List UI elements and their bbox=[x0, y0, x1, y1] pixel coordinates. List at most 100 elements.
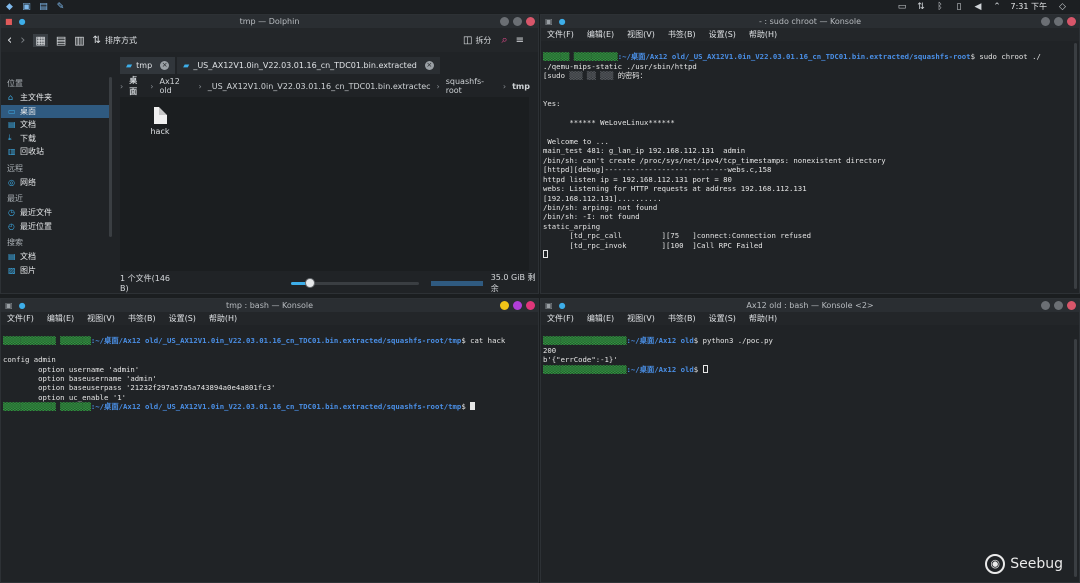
zoom-handle[interactable] bbox=[304, 277, 315, 288]
minimize-button[interactable] bbox=[1041, 301, 1050, 310]
details-view-icon[interactable]: ▥ bbox=[74, 34, 84, 47]
sort-button[interactable]: 排序方式 bbox=[105, 35, 137, 46]
sidebar-item[interactable]: ⌂ 主文件夹 bbox=[1, 91, 109, 105]
terminal-output[interactable]: ▒▒▒▒▒▒▒▒▒▒▒▒ ▒▒▒▒▒▒▒:~/桌面/Ax12 old/_US_A… bbox=[1, 325, 538, 414]
sort-icon[interactable]: ⇅ bbox=[93, 35, 101, 46]
file-item[interactable]: hack bbox=[145, 107, 175, 136]
maximize-button[interactable] bbox=[513, 301, 522, 310]
close-button[interactable] bbox=[526, 301, 535, 310]
clock[interactable]: 7:31 下午 bbox=[1010, 1, 1047, 12]
menu-item[interactable]: 书签(B) bbox=[668, 29, 696, 40]
downloads-icon: ⤓ bbox=[8, 133, 12, 143]
volume-icon[interactable]: ◀ bbox=[972, 2, 983, 12]
menu-item[interactable]: 编辑(E) bbox=[47, 313, 74, 324]
icons-view-icon[interactable]: ▦ bbox=[33, 33, 48, 47]
breadcrumb-item[interactable]: tmp bbox=[512, 82, 530, 91]
terminal-scrollbar[interactable] bbox=[1074, 339, 1077, 577]
konsole-chroot-titlebar[interactable]: ▣ ● - : sudo chroot — Konsole bbox=[541, 15, 1079, 28]
screen-icon[interactable]: ▭ bbox=[896, 2, 907, 12]
close-button[interactable] bbox=[526, 17, 535, 26]
prompt-symbol: $ bbox=[461, 402, 466, 412]
file-view[interactable]: hack bbox=[120, 97, 529, 271]
menu-item[interactable]: 帮助(H) bbox=[749, 313, 777, 324]
sidebar-item[interactable]: ◷ 最近文件 bbox=[1, 206, 109, 220]
menu-item[interactable]: 文件(F) bbox=[547, 313, 574, 324]
close-button[interactable] bbox=[1067, 17, 1076, 26]
dolphin-titlebar[interactable]: ■ ● tmp — Dolphin bbox=[1, 15, 538, 28]
konsole-poc-titlebar[interactable]: ▣ ● Ax12 old : bash — Konsole <2> bbox=[541, 299, 1079, 312]
forward-icon[interactable]: › bbox=[20, 33, 25, 48]
menu-item[interactable]: 书签(B) bbox=[128, 313, 156, 324]
menu-item[interactable]: 编辑(E) bbox=[587, 29, 614, 40]
menu-item[interactable]: 设置(S) bbox=[709, 313, 736, 324]
menu-item[interactable]: 文件(F) bbox=[547, 29, 574, 40]
maximize-button[interactable] bbox=[1054, 17, 1063, 26]
menu-item[interactable]: 设置(S) bbox=[169, 313, 196, 324]
pin-icon[interactable]: ● bbox=[559, 301, 566, 310]
breadcrumb-item[interactable]: 桌面 bbox=[129, 75, 144, 97]
breadcrumb-item[interactable]: squashfs-root bbox=[446, 77, 497, 95]
window-controls bbox=[1037, 301, 1076, 310]
pin-icon[interactable]: ● bbox=[559, 17, 566, 26]
pin-icon[interactable]: ● bbox=[19, 17, 26, 26]
maximize-button[interactable] bbox=[513, 17, 522, 26]
menu-item[interactable]: 帮助(H) bbox=[749, 29, 777, 40]
sidebar-item[interactable]: ▨ 图片 bbox=[1, 264, 109, 278]
close-button[interactable] bbox=[1067, 301, 1076, 310]
split-button[interactable]: 拆分 bbox=[475, 35, 491, 46]
menu-item[interactable]: 文件(F) bbox=[7, 313, 34, 324]
close-tab-icon[interactable]: × bbox=[160, 61, 170, 70]
menu-item[interactable]: 视图(V) bbox=[627, 29, 655, 40]
menu-item[interactable]: 书签(B) bbox=[668, 313, 696, 324]
breadcrumb-item[interactable]: _US_AX12V1.0in_V22.03.01.16_cn_TDC01.bin… bbox=[208, 82, 431, 91]
sidebar-item[interactable]: ▥ 回收站 bbox=[1, 145, 109, 159]
back-icon[interactable]: ‹ bbox=[7, 33, 12, 48]
edit-icon[interactable]: ✎ bbox=[55, 2, 66, 12]
home-icon: ⌂ bbox=[8, 93, 14, 103]
close-tab-icon[interactable]: × bbox=[424, 61, 434, 70]
maximize-button[interactable] bbox=[1054, 301, 1063, 310]
compact-view-icon[interactable]: ▤ bbox=[56, 34, 66, 47]
split-icon[interactable]: ◫ bbox=[463, 35, 472, 46]
prompt-path: :~/桌面/Ax12 old/_US_AX12V1.0in_V22.03.01.… bbox=[90, 336, 462, 346]
sidebar-item[interactable]: ⤓ 下载 bbox=[1, 132, 109, 146]
places-panel: 位置 ⌂ 主文件夹 ▭ 桌面 ▤ 文档 ⤓ 下载 ▥ 回收站 远程 ◎ 网络 最近 ◷ 最近文件 ◴ 最近位置 搜索 ▤… bbox=[1, 52, 109, 293]
menu-item[interactable]: 视图(V) bbox=[627, 313, 655, 324]
sidebar-item[interactable]: ◎ 网络 bbox=[1, 176, 109, 190]
tab[interactable]: ▰ _US_AX12V1.0in_V22.03.01.16_cn_TDC01.bi… bbox=[177, 57, 440, 74]
sidebar-item[interactable]: ▭ 桌面 bbox=[1, 104, 109, 118]
expand-tray-icon[interactable]: ⌃ bbox=[991, 2, 1002, 12]
tab[interactable]: ▰ tmp × bbox=[120, 57, 176, 74]
window-controls bbox=[1037, 17, 1076, 26]
bluetooth-icon[interactable]: ᛒ bbox=[934, 2, 945, 12]
clipboard-icon[interactable]: ▯ bbox=[953, 2, 964, 12]
pin-icon[interactable]: ● bbox=[19, 301, 26, 310]
hamburger-menu-icon[interactable]: ≡ bbox=[516, 35, 524, 46]
network-tray-icon[interactable]: ⇅ bbox=[915, 2, 926, 12]
search-icon[interactable]: ⌕ bbox=[501, 33, 507, 47]
sidebar-item[interactable]: ▤ 文档 bbox=[1, 250, 109, 264]
minimize-button[interactable] bbox=[500, 17, 509, 26]
breadcrumb-item[interactable]: Ax12 old bbox=[159, 77, 192, 95]
terminal-output[interactable]: ▒▒▒▒▒▒ ▒▒▒▒▒▒▒▒▒▒:~/桌面/Ax12 old/_US_AX12… bbox=[541, 41, 1079, 261]
terminal-output[interactable]: ▒▒▒▒▒▒▒▒▒▒▒▒▒▒▒▒▒▒▒:~/桌面/Ax12 old$ pytho… bbox=[541, 325, 1079, 376]
sidebar-item-label: 文档 bbox=[20, 252, 36, 262]
terminal-scrollbar[interactable] bbox=[1074, 43, 1077, 289]
zoom-slider[interactable] bbox=[290, 277, 420, 288]
menu-item[interactable]: 编辑(E) bbox=[587, 313, 614, 324]
menu-item[interactable]: 帮助(H) bbox=[209, 313, 237, 324]
window-title: tmp — Dolphin bbox=[239, 17, 300, 26]
minimize-button[interactable] bbox=[500, 301, 509, 310]
file-manager-icon[interactable]: ▤ bbox=[38, 2, 49, 12]
sidebar-item[interactable]: ▤ 文档 bbox=[1, 118, 109, 132]
menu-item[interactable]: 设置(S) bbox=[709, 29, 736, 40]
konsole-bash-titlebar[interactable]: ▣ ● tmp : bash — Konsole bbox=[1, 299, 538, 312]
menu-item[interactable]: 视图(V) bbox=[87, 313, 115, 324]
app-launcher-icon[interactable]: ◆ bbox=[4, 2, 15, 12]
sidebar-scrollbar[interactable] bbox=[109, 77, 112, 237]
desktop-peek-icon[interactable]: ◇ bbox=[1057, 2, 1068, 12]
minimize-button[interactable] bbox=[1041, 17, 1050, 26]
app-menu-icon[interactable]: ▣ bbox=[21, 2, 32, 12]
recent-files-icon: ◷ bbox=[8, 208, 15, 218]
sidebar-item[interactable]: ◴ 最近位置 bbox=[1, 220, 109, 234]
